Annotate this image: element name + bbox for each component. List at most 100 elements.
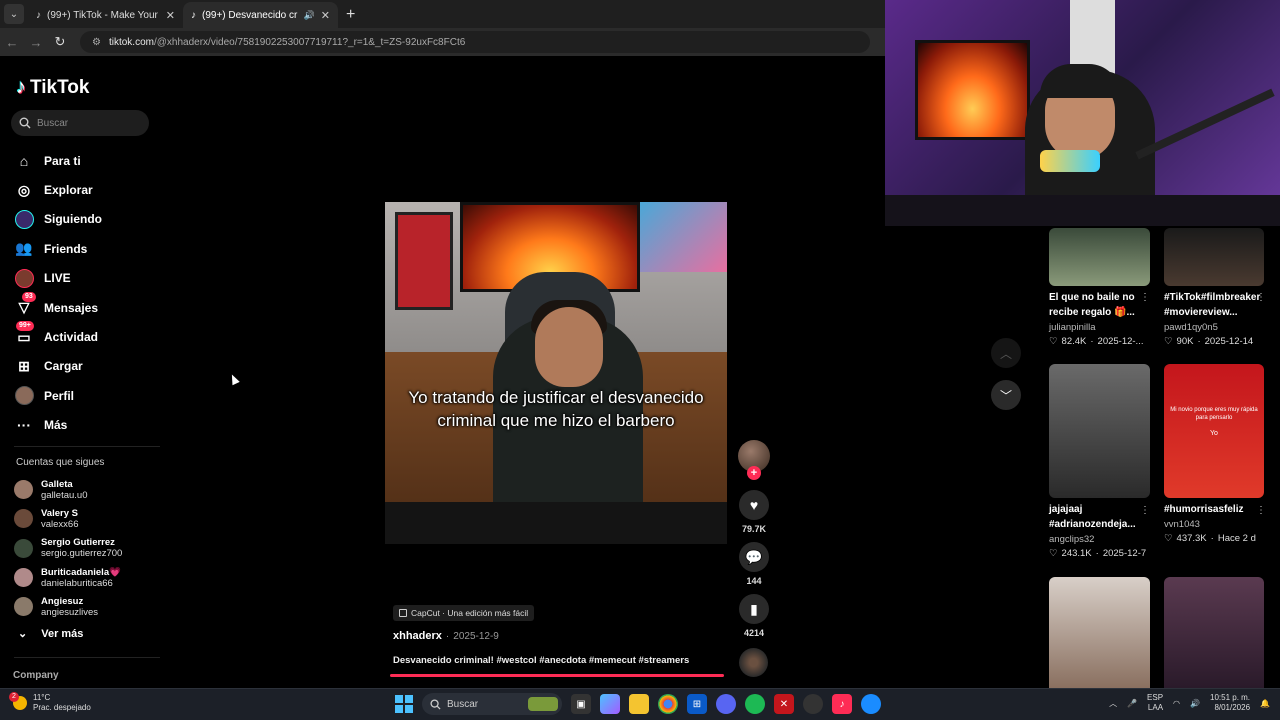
new-tab-button[interactable]: +: [346, 6, 355, 24]
feed-card[interactable]: [1049, 577, 1150, 688]
feed-card[interactable]: Mi novio porque eres muy rápida para pen…: [1164, 364, 1264, 544]
video-player[interactable]: Yo tratando de justificar el desvanecido…: [385, 202, 727, 544]
feed-user[interactable]: julianpinilla: [1049, 322, 1150, 333]
wifi-icon[interactable]: ◠: [1173, 699, 1180, 708]
feed-card[interactable]: #TikTok#filmbreaker #moviereview... pawd…: [1164, 228, 1264, 347]
tiktok-note-icon: ♪: [16, 76, 26, 98]
feed-thumbnail[interactable]: [1049, 228, 1150, 286]
tab-tiktok-home[interactable]: ♪ (99+) TikTok - Make Your Day ✕: [28, 2, 183, 28]
more-options-icon[interactable]: ⋮: [1140, 505, 1150, 516]
nav-label: Cargar: [44, 359, 83, 374]
spotify-icon[interactable]: [745, 694, 765, 714]
feed-thumbnail[interactable]: [1164, 577, 1264, 688]
close-tab-icon[interactable]: ✕: [321, 9, 330, 22]
language-indicator[interactable]: ESP LAA: [1147, 693, 1163, 713]
taskbar-apps: Buscar ▣ ⊞ ✕ ♪: [395, 693, 881, 715]
following-account[interactable]: Buriticadaniela💗 danielaburitica66: [14, 563, 164, 592]
nav-cargar[interactable]: ⊞ Cargar: [14, 352, 154, 381]
feed-likes: 243.1K: [1061, 548, 1092, 559]
feed-user[interactable]: vvn1043: [1164, 519, 1264, 530]
nav-mas[interactable]: ··· Más: [14, 411, 154, 440]
see-more-button[interactable]: ⌄ Ver más: [18, 627, 83, 641]
following-account[interactable]: Galleta galletau.u0: [14, 475, 164, 504]
following-account[interactable]: Angiesuz angiesuzlives: [14, 592, 164, 621]
comment-icon: 💬: [745, 548, 763, 565]
feed-thumbnail[interactable]: [1049, 364, 1150, 498]
tab-video[interactable]: ♪ (99+) Desvanecido criminal! 🔊 ✕: [183, 2, 338, 28]
save-button[interactable]: ▮: [739, 594, 769, 624]
store-icon[interactable]: ⊞: [687, 694, 707, 714]
notification-bell-icon[interactable]: 🔔: [1260, 699, 1270, 708]
feed-thumbnail[interactable]: [1049, 577, 1150, 688]
site-info-icon[interactable]: ⚙: [92, 37, 101, 48]
feed-likes: 90K: [1176, 336, 1194, 347]
capcut-app-icon[interactable]: ✕: [774, 694, 794, 714]
feed-thumbnail[interactable]: Mi novio porque eres muy rápida para pen…: [1164, 364, 1264, 498]
video-progress-bar[interactable]: [390, 674, 724, 677]
following-account[interactable]: Valery Svalexx66: [14, 504, 164, 533]
discord-icon[interactable]: [716, 694, 736, 714]
comment-button[interactable]: 💬: [739, 542, 769, 572]
weather-widget[interactable]: 2 11°C Prac. despejado: [9, 692, 91, 713]
feed-thumbnail[interactable]: [1164, 228, 1264, 286]
avatar: [14, 509, 33, 529]
volume-icon[interactable]: 🔊: [1190, 699, 1200, 708]
search-input[interactable]: [37, 117, 137, 129]
feed-card[interactable]: [1164, 577, 1264, 688]
capcut-icon: [399, 609, 407, 617]
like-button[interactable]: ♥: [739, 490, 769, 520]
windows-start-icon[interactable]: [395, 695, 413, 713]
music-disc-icon[interactable]: [739, 648, 768, 677]
capcut-tag[interactable]: CapCut · Una edición más fácil: [393, 605, 535, 621]
back-icon[interactable]: ←: [0, 35, 24, 50]
reload-icon[interactable]: ↻: [48, 34, 72, 50]
obs-icon[interactable]: [803, 694, 823, 714]
more-options-icon[interactable]: ⋮: [1256, 292, 1266, 303]
clock[interactable]: 10:51 p. m. 8/01/2026: [1210, 693, 1250, 713]
more-options-icon[interactable]: ⋮: [1256, 505, 1266, 516]
nav-perfil[interactable]: Perfil: [14, 381, 154, 410]
edge-icon[interactable]: [861, 694, 881, 714]
webcam-desk: [885, 195, 1280, 226]
nav-explorar[interactable]: ◎ Explorar: [14, 175, 154, 204]
nav-para-ti[interactable]: ⌂ Para ti: [14, 146, 154, 175]
microphone-icon[interactable]: 🎤: [1127, 699, 1137, 708]
feed-user[interactable]: pawd1qy0n5: [1164, 322, 1264, 333]
nav-mensajes[interactable]: ▽ 93 Mensajes: [14, 291, 154, 322]
forward-icon[interactable]: →: [24, 35, 48, 50]
follow-plus-icon[interactable]: +: [747, 466, 761, 480]
tab-search-button[interactable]: ⌄: [4, 4, 24, 24]
tiktok-logo[interactable]: ♪ TikTok: [16, 76, 89, 99]
chrome-icon[interactable]: [658, 694, 678, 714]
capcut-label: CapCut · Una edición más fácil: [411, 608, 529, 618]
copilot-icon[interactable]: [600, 694, 620, 714]
speaker-icon[interactable]: 🔊: [304, 10, 315, 21]
feed-user[interactable]: angclips32: [1049, 534, 1150, 545]
nav-siguiendo[interactable]: Siguiendo: [14, 205, 154, 234]
search-box[interactable]: [11, 110, 149, 136]
url-field[interactable]: ⚙ tiktok.com/@xhhaderx/video/75819022530…: [80, 31, 870, 53]
feed-card[interactable]: El que no baile no recibe regalo 🎁... ju…: [1049, 228, 1150, 347]
divider: [14, 446, 160, 447]
author-avatar[interactable]: +: [738, 440, 770, 480]
previous-video-button[interactable]: ︿: [991, 338, 1021, 368]
nav-friends[interactable]: 👥 Friends: [14, 234, 154, 263]
video-date: 2025-12-9: [453, 631, 499, 642]
file-explorer-icon[interactable]: [629, 694, 649, 714]
video-author[interactable]: xhhaderx · 2025-12-9: [393, 630, 499, 642]
account-user: angiesuzlives: [41, 606, 99, 618]
following-account[interactable]: Sergio Gutierrez sergio.gutierrez700: [14, 534, 164, 563]
tiktok-app-icon[interactable]: ♪: [832, 694, 852, 714]
url-host: tiktok.com: [108, 36, 154, 48]
weather-temp: 11°C: [33, 693, 51, 702]
task-view-icon[interactable]: ▣: [571, 694, 591, 714]
tray-overflow-icon[interactable]: ︿: [1109, 698, 1117, 709]
taskbar-search[interactable]: Buscar: [422, 693, 562, 715]
next-video-button[interactable]: ﹀: [991, 380, 1021, 410]
company-link[interactable]: Company: [13, 670, 59, 681]
more-options-icon[interactable]: ⋮: [1140, 292, 1150, 303]
close-tab-icon[interactable]: ✕: [166, 9, 175, 22]
feed-card[interactable]: jajajaaj #adrianozendeja... angclips32 ♡…: [1049, 364, 1150, 559]
nav-live[interactable]: LIVE: [14, 264, 154, 293]
nav-actividad[interactable]: ▭ 99+ Actividad: [14, 321, 154, 351]
